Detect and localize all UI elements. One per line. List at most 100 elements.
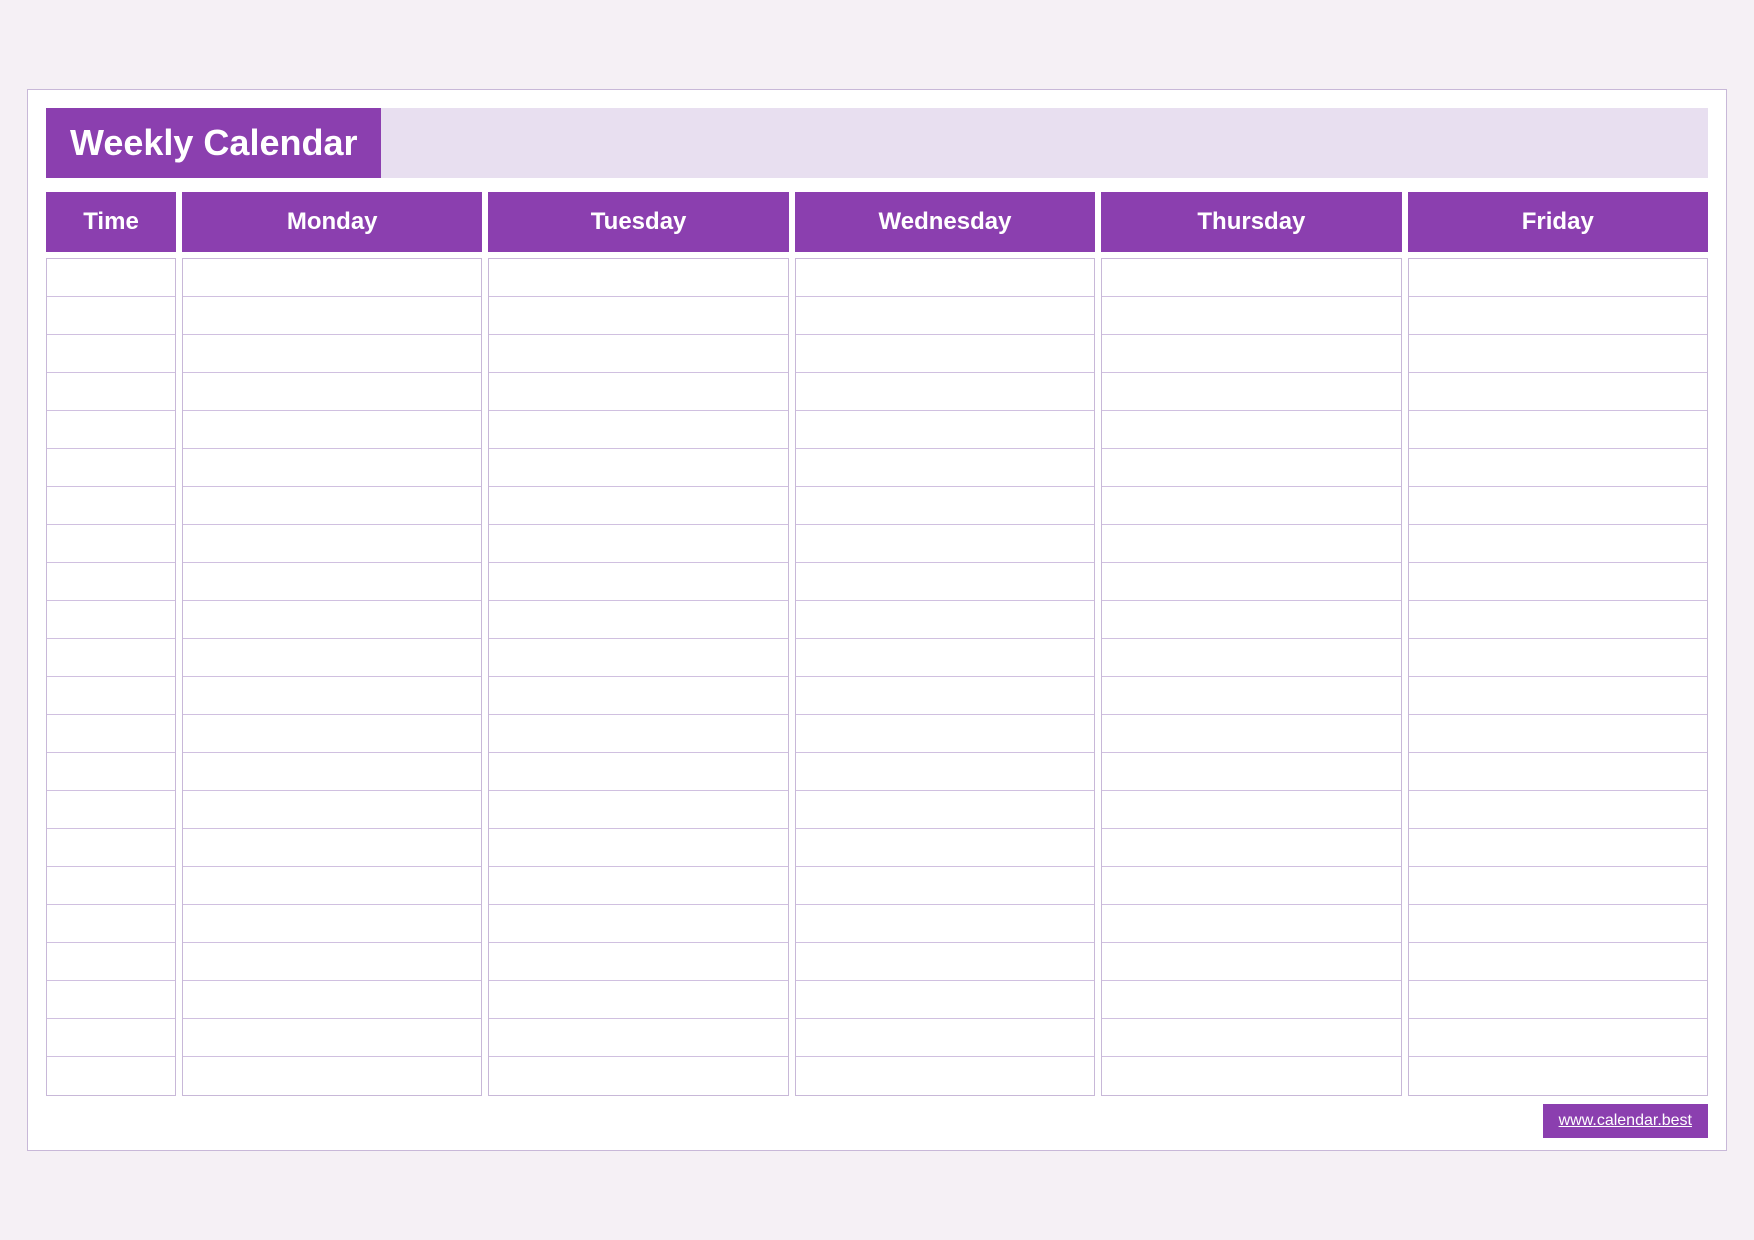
table-row[interactable] — [183, 525, 481, 563]
table-row[interactable] — [183, 259, 481, 297]
table-row[interactable] — [1409, 943, 1707, 981]
table-row[interactable] — [796, 297, 1094, 335]
table-row[interactable] — [796, 335, 1094, 373]
table-row[interactable] — [1409, 449, 1707, 487]
table-row[interactable] — [796, 411, 1094, 449]
table-row[interactable] — [47, 449, 175, 487]
table-row[interactable] — [489, 487, 787, 525]
table-row[interactable] — [1102, 1019, 1400, 1057]
table-row[interactable] — [183, 791, 481, 829]
table-row[interactable] — [1102, 449, 1400, 487]
table-row[interactable] — [1409, 411, 1707, 449]
table-row[interactable] — [489, 563, 787, 601]
table-row[interactable] — [489, 449, 787, 487]
table-row[interactable] — [183, 1057, 481, 1095]
table-row[interactable] — [796, 259, 1094, 297]
table-row[interactable] — [796, 715, 1094, 753]
table-row[interactable] — [489, 601, 787, 639]
table-row[interactable] — [489, 1057, 787, 1095]
table-row[interactable] — [47, 981, 175, 1019]
table-row[interactable] — [183, 943, 481, 981]
table-row[interactable] — [796, 981, 1094, 1019]
table-row[interactable] — [489, 259, 787, 297]
table-row[interactable] — [796, 1019, 1094, 1057]
table-row[interactable] — [1409, 867, 1707, 905]
table-row[interactable] — [1102, 335, 1400, 373]
table-row[interactable] — [796, 867, 1094, 905]
table-row[interactable] — [489, 753, 787, 791]
table-row[interactable] — [47, 487, 175, 525]
table-row[interactable] — [489, 525, 787, 563]
table-row[interactable] — [1409, 1019, 1707, 1057]
table-row[interactable] — [489, 943, 787, 981]
table-row[interactable] — [183, 677, 481, 715]
table-row[interactable] — [1409, 753, 1707, 791]
table-row[interactable] — [47, 715, 175, 753]
table-row[interactable] — [47, 943, 175, 981]
table-row[interactable] — [183, 981, 481, 1019]
table-row[interactable] — [796, 829, 1094, 867]
table-row[interactable] — [489, 829, 787, 867]
table-row[interactable] — [796, 905, 1094, 943]
table-row[interactable] — [796, 753, 1094, 791]
table-row[interactable] — [1102, 297, 1400, 335]
table-row[interactable] — [47, 373, 175, 411]
table-row[interactable] — [47, 1057, 175, 1095]
table-row[interactable] — [183, 335, 481, 373]
table-row[interactable] — [183, 487, 481, 525]
table-row[interactable] — [489, 981, 787, 1019]
table-row[interactable] — [183, 753, 481, 791]
table-row[interactable] — [47, 1019, 175, 1057]
table-row[interactable] — [796, 601, 1094, 639]
table-row[interactable] — [47, 411, 175, 449]
table-row[interactable] — [1102, 563, 1400, 601]
table-row[interactable] — [1102, 677, 1400, 715]
table-row[interactable] — [1409, 981, 1707, 1019]
table-row[interactable] — [796, 677, 1094, 715]
table-row[interactable] — [47, 791, 175, 829]
table-row[interactable] — [796, 487, 1094, 525]
table-row[interactable] — [183, 1019, 481, 1057]
table-row[interactable] — [1102, 829, 1400, 867]
table-row[interactable] — [489, 791, 787, 829]
table-row[interactable] — [796, 525, 1094, 563]
table-row[interactable] — [489, 297, 787, 335]
table-row[interactable] — [1409, 259, 1707, 297]
table-row[interactable] — [1409, 487, 1707, 525]
table-row[interactable] — [1102, 259, 1400, 297]
table-row[interactable] — [796, 563, 1094, 601]
table-row[interactable] — [1409, 335, 1707, 373]
table-row[interactable] — [183, 411, 481, 449]
table-row[interactable] — [1102, 639, 1400, 677]
table-row[interactable] — [796, 639, 1094, 677]
table-row[interactable] — [47, 867, 175, 905]
table-row[interactable] — [47, 601, 175, 639]
table-row[interactable] — [1409, 373, 1707, 411]
table-row[interactable] — [1102, 1057, 1400, 1095]
table-row[interactable] — [796, 449, 1094, 487]
table-row[interactable] — [1102, 943, 1400, 981]
table-row[interactable] — [489, 335, 787, 373]
table-row[interactable] — [1102, 981, 1400, 1019]
table-row[interactable] — [183, 449, 481, 487]
table-row[interactable] — [489, 1019, 787, 1057]
table-row[interactable] — [796, 943, 1094, 981]
table-row[interactable] — [183, 563, 481, 601]
table-row[interactable] — [1409, 791, 1707, 829]
table-row[interactable] — [183, 829, 481, 867]
table-row[interactable] — [489, 677, 787, 715]
footer-link[interactable]: www.calendar.best — [1543, 1104, 1708, 1138]
table-row[interactable] — [1409, 1057, 1707, 1095]
table-row[interactable] — [183, 905, 481, 943]
table-row[interactable] — [183, 297, 481, 335]
table-row[interactable] — [489, 373, 787, 411]
table-row[interactable] — [1102, 525, 1400, 563]
table-row[interactable] — [1409, 677, 1707, 715]
table-row[interactable] — [183, 867, 481, 905]
table-row[interactable] — [1102, 905, 1400, 943]
table-row[interactable] — [1409, 601, 1707, 639]
table-row[interactable] — [796, 791, 1094, 829]
table-row[interactable] — [1409, 905, 1707, 943]
table-row[interactable] — [1409, 525, 1707, 563]
table-row[interactable] — [1102, 753, 1400, 791]
